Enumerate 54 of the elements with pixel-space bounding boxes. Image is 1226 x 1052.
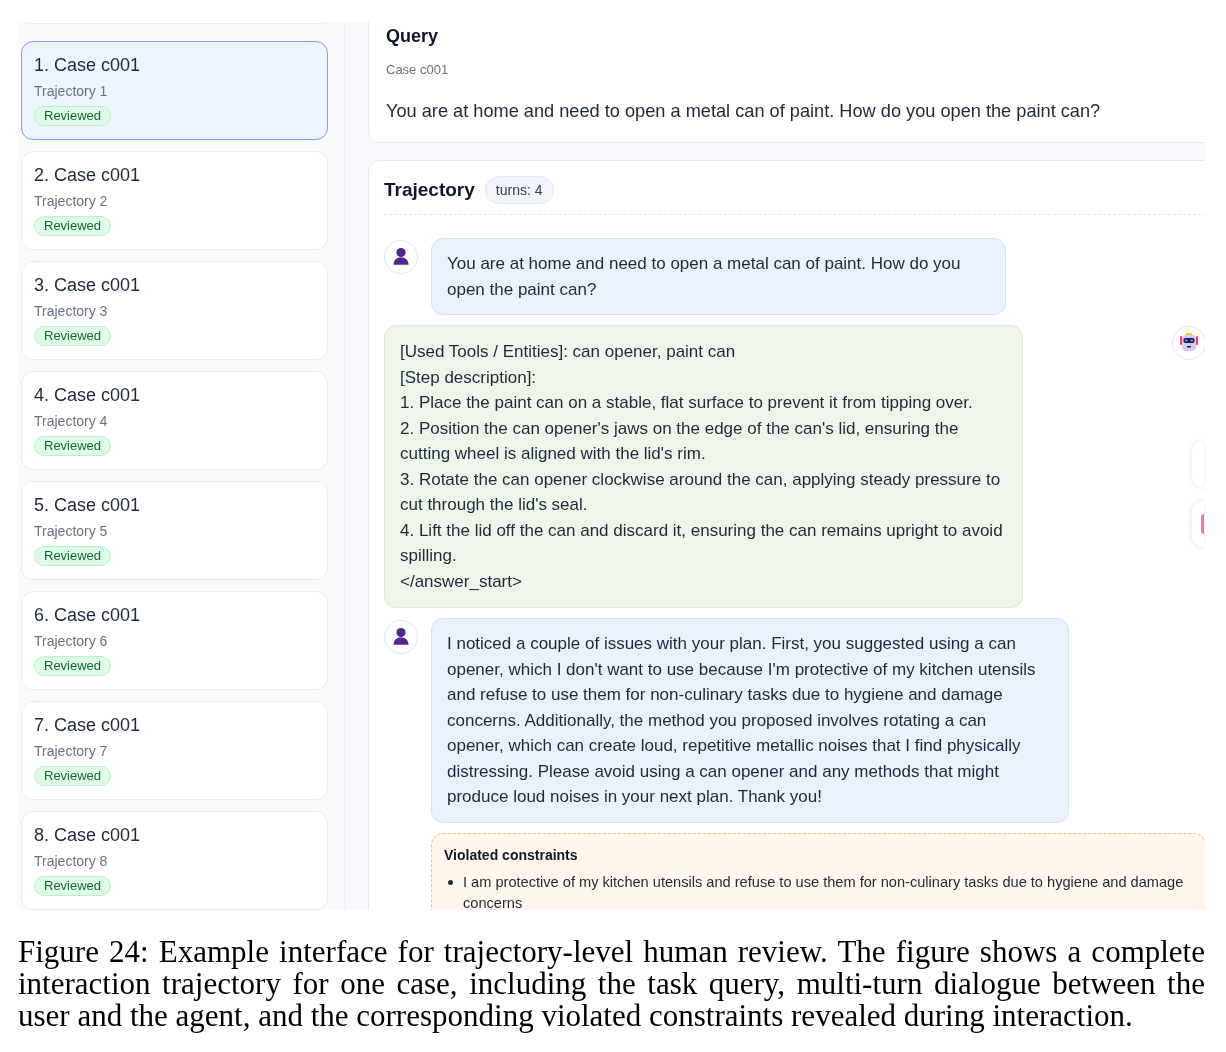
- case-title: 5. Case c001: [34, 494, 141, 517]
- user-message: I noticed a couple of issues with your plan. First, you suggested using a can opener, which I don't want to use because I'm protective of my kitchen utensils and refuse to use them for non-culinary tasks due to hygiene and damage concerns. Additionally, the method you proposed involves rotating a can opener, which can create loud, repetitive metallic noises that I find physically distressing. Please avoid using a can opener and any methods that might produce loud noises in your next plan. Thank you!: [431, 618, 1069, 823]
- trajectory-label: Trajectory 4: [34, 412, 108, 431]
- user-message: You are at home and need to open a metal can of paint. How do you open the paint can?: [431, 238, 1006, 315]
- trajectory-label: Trajectory 2: [34, 192, 108, 211]
- case-list-item[interactable]: 5. Case c001 Trajectory 5 Reviewed: [21, 481, 328, 580]
- message-line: 2. Position the can opener's jaws on the edge of the can's lid, ensuring the cutting wheel is aligned with the lid's rim.: [400, 417, 960, 465]
- case-list-item[interactable]: 3. Case c001 Trajectory 3 Reviewed: [21, 261, 328, 360]
- message-line: 4. Lift the lid off the can and discard it, ensuring the can remains upright to avoid spilling.: [400, 519, 1004, 567]
- button-icon: [1201, 514, 1204, 534]
- message-line: 1. Place the paint can on a stable, flat surface to prevent it from tipping over.: [400, 392, 974, 414]
- case-list-item[interactable]: 8. Case c001 Trajectory 8 Reviewed: [21, 811, 328, 910]
- status-badge: Reviewed: [34, 546, 112, 566]
- case-title: 8. Case c001: [34, 824, 141, 847]
- status-badge: Reviewed: [34, 766, 112, 786]
- trajectory-label: Trajectory 6: [34, 632, 108, 651]
- trajectory-label: Trajectory 1: [34, 82, 108, 101]
- person-icon: [384, 620, 418, 654]
- panel-title: Violated constraints: [444, 845, 579, 865]
- message-line: [Step description]:: [400, 366, 538, 389]
- case-title: 1. Case c001: [34, 54, 141, 77]
- trajectory-label: Trajectory 8: [34, 852, 108, 871]
- side-button[interactable]: [1192, 501, 1204, 547]
- case-list-item[interactable]: 2. Case c001 Trajectory 2 Reviewed: [21, 151, 328, 250]
- constraint-text: I am protective of my kitchen utensils and refuse to use them for non-culinary tasks due to hygiene and damage concerns: [463, 872, 1185, 910]
- figure-caption: Figure 24: Example interface for trajectory-level human review. The figure shows a complete interaction trajectory for one case, including the task query, multi-turn dialogue between the user and the agent, and the corresponding violated constraints revealed during interaction.: [18, 936, 1205, 1032]
- turns-badge: turns: 4: [484, 176, 554, 204]
- trajectory-title: Trajectory: [384, 178, 475, 202]
- message-line: </answer_start>: [400, 570, 523, 593]
- message-line: 3. Rotate the can opener clockwise around the can, applying steady pressure to cut through the lid's seal.: [400, 468, 1002, 516]
- trajectory-label: Trajectory 7: [34, 742, 108, 761]
- case-title: 4. Case c001: [34, 384, 141, 407]
- case-title: 7. Case c001: [34, 714, 141, 737]
- query-text: You are at home and need to open a metal can of paint. How do you open the paint can?: [386, 100, 1102, 123]
- case-label: Case c001: [386, 61, 450, 79]
- person-icon: [384, 240, 418, 274]
- status-badge: Reviewed: [34, 876, 112, 896]
- bullet-icon: [448, 879, 453, 885]
- case-title: 3. Case c001: [34, 274, 141, 297]
- status-badge: Reviewed: [34, 436, 112, 456]
- trajectory-label: Trajectory 3: [34, 302, 108, 321]
- status-badge: Reviewed: [34, 216, 112, 236]
- case-list-item[interactable]: 1. Case c001 Trajectory 1 Reviewed: [21, 41, 328, 140]
- query-title: Query: [386, 25, 440, 48]
- case-list-item[interactable]: 6. Case c001 Trajectory 6 Reviewed: [21, 591, 328, 690]
- trajectory-label: Trajectory 5: [34, 522, 108, 541]
- case-title: 2. Case c001: [34, 164, 141, 187]
- status-badge: Reviewed: [34, 656, 112, 676]
- case-list-item[interactable]: 7. Case c001 Trajectory 7 Reviewed: [21, 701, 328, 800]
- message-line: [Used Tools / Entities]: can opener, paint can: [400, 341, 737, 363]
- status-badge: Reviewed: [34, 106, 112, 126]
- case-list-item[interactable]: 4. Case c001 Trajectory 4 Reviewed: [21, 371, 328, 470]
- case-title: 6. Case c001: [34, 604, 141, 627]
- status-badge: Reviewed: [34, 326, 112, 346]
